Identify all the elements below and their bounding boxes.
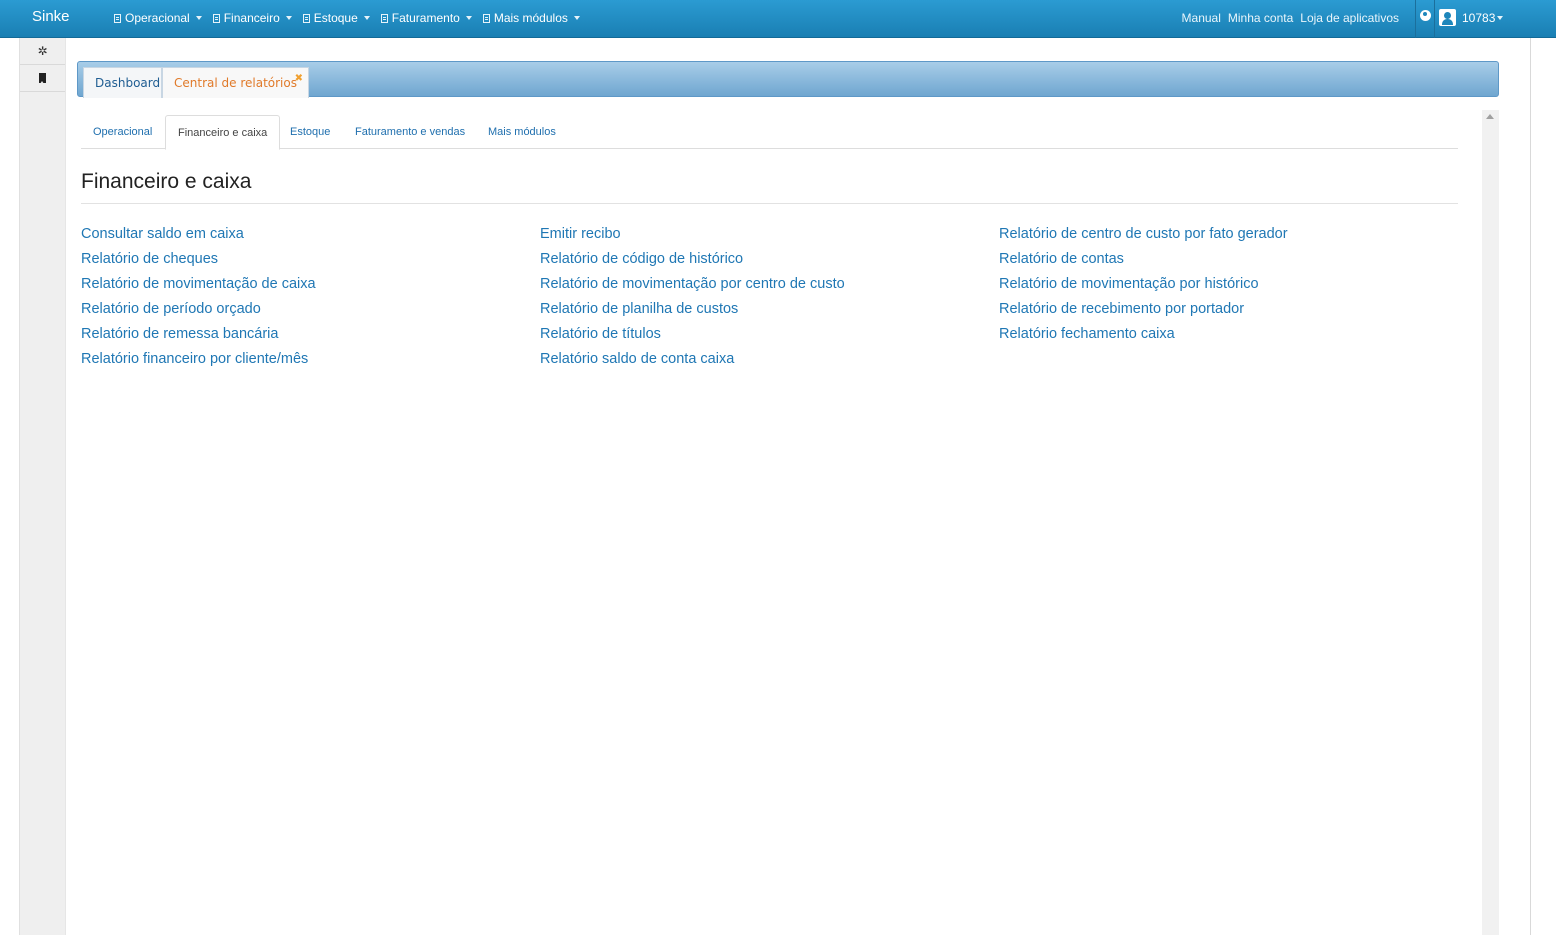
- nav-divider: [1415, 0, 1416, 38]
- report-link[interactable]: Relatório de planilha de custos: [540, 299, 845, 324]
- caret-down-icon: [363, 16, 370, 20]
- close-icon[interactable]: ✖: [295, 73, 303, 84]
- report-category-tabs: Operacional Financeiro e caixa Estoque F…: [81, 115, 1458, 150]
- subtab-label: Operacional: [93, 126, 153, 138]
- report-column-3: Relatório de centro de custo por fato ge…: [999, 224, 1288, 349]
- menu-faturamento[interactable]: Faturamento: [380, 11, 472, 25]
- tab-label: Dashboard: [95, 76, 161, 90]
- report-link[interactable]: Relatório de código de histórico: [540, 249, 845, 274]
- report-link[interactable]: Relatório de período orçado: [81, 299, 316, 324]
- top-navbar: Sinke Operacional Financeiro Estoque Fat…: [0, 0, 1556, 38]
- manual-link[interactable]: Manual: [1182, 11, 1221, 25]
- report-link[interactable]: Relatório de movimentação por histórico: [999, 274, 1288, 299]
- tab-central-relatorios[interactable]: Central de relatórios ✖: [162, 67, 309, 98]
- report-link[interactable]: Relatório fechamento caixa: [999, 324, 1288, 349]
- main-menu: Operacional Financeiro Estoque Faturamen…: [114, 11, 591, 25]
- report-link[interactable]: Relatório de centro de custo por fato ge…: [999, 224, 1288, 249]
- menu-label: Financeiro: [223, 11, 280, 25]
- subtab-faturamento-vendas[interactable]: Faturamento e vendas: [343, 115, 477, 149]
- report-column-2: Emitir recibo Relatório de código de his…: [540, 224, 845, 374]
- report-link[interactable]: Relatório de remessa bancária: [81, 324, 316, 349]
- bookmark-icon: [39, 73, 46, 84]
- report-column-1: Consultar saldo em caixa Relatório de ch…: [81, 224, 316, 374]
- subtab-label: Estoque: [290, 126, 331, 138]
- report-link[interactable]: Consultar saldo em caixa: [81, 224, 316, 249]
- document-icon: [380, 13, 388, 23]
- user-id-label: 10783: [1462, 11, 1496, 25]
- caret-down-icon: [285, 16, 292, 20]
- report-link[interactable]: Relatório de cheques: [81, 249, 316, 274]
- menu-label: Mais módulos: [493, 11, 568, 25]
- report-link[interactable]: Relatório de movimentação de caixa: [81, 274, 316, 299]
- document-icon: [482, 13, 490, 23]
- header-links: Manual Minha conta Loja de aplicativos: [1182, 11, 1406, 25]
- tab-dashboard[interactable]: Dashboard: [83, 67, 162, 98]
- menu-financeiro[interactable]: Financeiro: [212, 11, 292, 25]
- gear-icon: ✲: [37, 44, 48, 58]
- menu-estoque[interactable]: Estoque: [302, 11, 370, 25]
- subtab-mais-modulos[interactable]: Mais módulos: [476, 115, 568, 149]
- minha-conta-link[interactable]: Minha conta: [1228, 11, 1293, 25]
- subtab-operacional[interactable]: Operacional: [81, 115, 164, 149]
- caret-down-icon: [573, 16, 580, 20]
- report-link[interactable]: Relatório de movimentação por centro de …: [540, 274, 845, 299]
- caret-down-icon: [1497, 16, 1504, 20]
- caret-down-icon: [195, 16, 202, 20]
- document-icon: [212, 13, 220, 23]
- menu-operacional[interactable]: Operacional: [114, 11, 202, 25]
- nav-divider: [1434, 0, 1435, 38]
- section-title: Financeiro e caixa: [81, 170, 252, 193]
- brand-logo[interactable]: Sinke: [32, 8, 70, 25]
- report-link[interactable]: Emitir recibo: [540, 224, 845, 249]
- divider: [1530, 38, 1531, 935]
- subtab-label: Financeiro e caixa: [178, 126, 268, 139]
- tab-label: Central de relatórios: [174, 76, 297, 90]
- loja-aplicativos-link[interactable]: Loja de aplicativos: [1300, 11, 1399, 25]
- settings-button[interactable]: ✲: [20, 38, 65, 65]
- window-tab-bar: Dashboard Central de relatórios ✖: [77, 61, 1499, 98]
- user-avatar-icon[interactable]: [1439, 9, 1456, 26]
- document-icon: [302, 13, 310, 23]
- report-link[interactable]: Relatório de recebimento por portador: [999, 299, 1288, 324]
- bookmark-button[interactable]: [20, 65, 65, 92]
- menu-label: Estoque: [313, 11, 358, 25]
- report-link[interactable]: Relatório de títulos: [540, 324, 845, 349]
- section-divider: [81, 203, 1458, 204]
- caret-down-icon: [465, 16, 472, 20]
- menu-label: Faturamento: [391, 11, 460, 25]
- user-menu[interactable]: 10783: [1462, 11, 1504, 25]
- report-link[interactable]: Relatório financeiro por cliente/mês: [81, 349, 316, 374]
- report-link[interactable]: Relatório de contas: [999, 249, 1288, 274]
- scrollbar[interactable]: [1482, 110, 1499, 935]
- subtab-label: Faturamento e vendas: [355, 126, 466, 138]
- subtab-estoque[interactable]: Estoque: [278, 115, 342, 149]
- menu-mais-modulos[interactable]: Mais módulos: [482, 11, 580, 25]
- left-rail: ✲: [19, 38, 66, 935]
- globe-icon[interactable]: [1420, 10, 1431, 21]
- document-icon: [114, 13, 121, 23]
- subtab-financeiro-caixa[interactable]: Financeiro e caixa: [165, 115, 281, 150]
- report-link[interactable]: Relatório saldo de conta caixa: [540, 349, 845, 374]
- menu-label: Operacional: [125, 11, 190, 25]
- subtab-label: Mais módulos: [488, 126, 556, 138]
- scroll-up-arrow-icon[interactable]: [1486, 114, 1494, 119]
